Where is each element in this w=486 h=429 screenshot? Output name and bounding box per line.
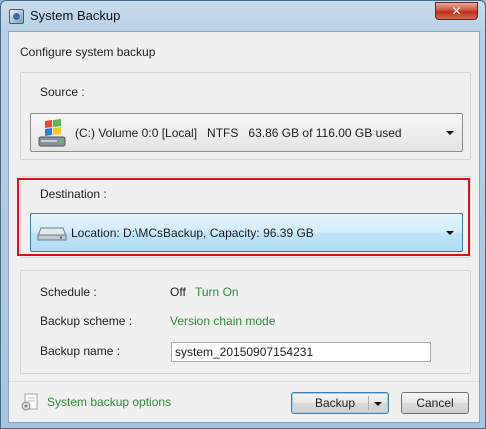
dialog-heading: Configure system backup: [20, 45, 156, 59]
system-backup-window: System Backup ✕ Configure system backup …: [0, 0, 486, 429]
destination-highlight-box: [17, 178, 470, 256]
schedule-value: Off: [170, 285, 186, 299]
footer-divider: [9, 381, 479, 382]
source-dropdown[interactable]: (C:) Volume 0:0 [Local] NTFS 63.86 GB of…: [30, 113, 463, 152]
app-icon: [9, 9, 24, 24]
cancel-button[interactable]: Cancel: [401, 392, 469, 414]
source-value: (C:) Volume 0:0 [Local] NTFS 63.86 GB of…: [75, 126, 402, 140]
backup-scheme-label: Backup scheme :: [40, 314, 133, 328]
backup-name-field[interactable]: system_20150907154231: [171, 342, 431, 362]
close-button[interactable]: ✕: [435, 2, 478, 20]
settings-group: Schedule : Off Turn On Backup scheme : V…: [20, 270, 471, 374]
backup-scheme-link[interactable]: Version chain mode: [170, 314, 275, 328]
backup-button-label: Backup: [315, 396, 356, 410]
source-group: Source : (C:) Volume 0:0 [Local] NTFS 63…: [20, 72, 471, 160]
backup-button[interactable]: Backup: [291, 392, 389, 414]
source-label: Source :: [40, 85, 85, 99]
settings-document-icon: [21, 393, 38, 411]
chevron-down-icon[interactable]: [374, 402, 382, 406]
windows-drive-icon: [38, 119, 66, 147]
system-backup-options-link[interactable]: System backup options: [47, 395, 171, 409]
backup-name-label: Backup name :: [40, 344, 121, 358]
turn-on-link[interactable]: Turn On: [195, 285, 239, 299]
split-divider: [368, 396, 369, 410]
chevron-down-icon: [446, 131, 454, 135]
title-bar[interactable]: System Backup ✕: [1, 1, 485, 31]
window-title: System Backup: [30, 8, 121, 23]
schedule-label: Schedule :: [40, 285, 97, 299]
